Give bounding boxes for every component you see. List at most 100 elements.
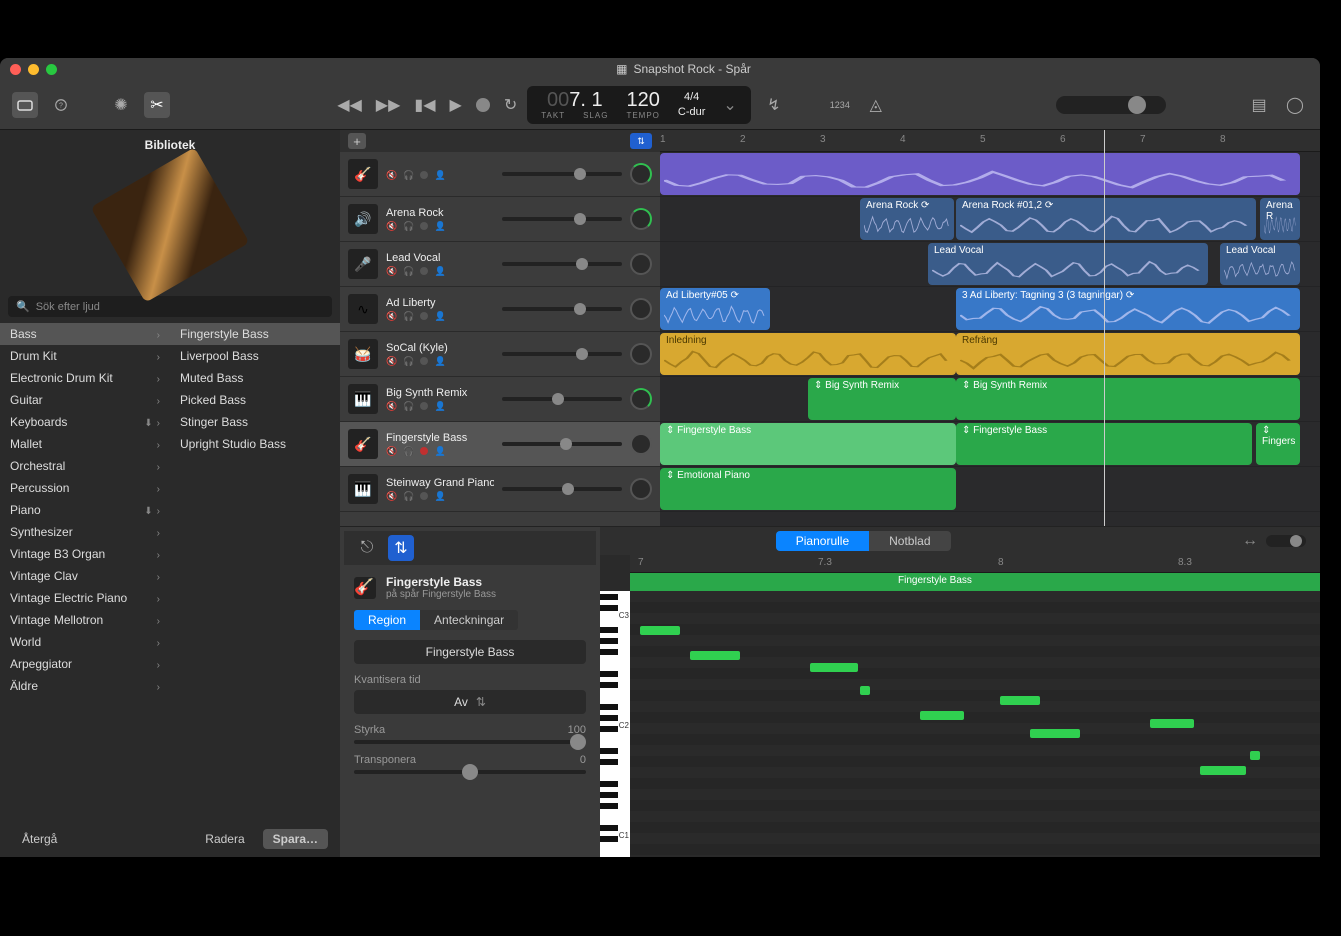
region[interactable]: Ad Liberty#05 ⟳ [660,288,770,330]
rewind-button[interactable]: ◀◀ [337,95,362,115]
region[interactable]: Lead Vocal [928,243,1208,285]
solo-button[interactable]: 🎧 [403,221,414,232]
track-pan-knob[interactable] [630,208,652,230]
midi-note[interactable] [860,686,870,695]
lcd-display[interactable]: 007. 1 TAKTSLAG 120TEMPO 4/4C-dur ⌄ [527,86,751,124]
editors-toggle-button[interactable]: ✂ [144,92,170,118]
library-item[interactable]: Synthesizer› [0,521,170,543]
region[interactable]: Lead Vocal [1220,243,1300,285]
input-monitor-button[interactable]: 👤 [434,401,445,412]
midi-note[interactable] [810,663,858,672]
midi-note[interactable] [640,626,680,635]
record-enable-button[interactable] [420,222,428,230]
editor-link-button[interactable]: ⎋ [354,535,380,561]
midi-note[interactable] [1200,766,1246,775]
library-item[interactable]: Guitar› [0,389,170,411]
stop-button[interactable]: ▮◀ [414,95,435,115]
minimize-window-button[interactable] [28,64,39,75]
record-enable-button[interactable] [420,171,428,179]
quick-help-button[interactable]: ? [48,92,74,118]
bar-ruler[interactable]: 12345678 [660,130,1320,152]
mute-button[interactable]: 🔇 [386,311,397,322]
add-track-button[interactable]: + [348,133,366,149]
library-item[interactable]: Picked Bass [170,389,340,411]
library-item[interactable]: Äldre› [0,675,170,697]
library-item[interactable]: Arpeggiator› [0,653,170,675]
solo-button[interactable]: 🎧 [403,356,414,367]
library-item[interactable]: Stinger Bass [170,411,340,433]
mute-button[interactable]: 🔇 [386,221,397,232]
track-volume-slider[interactable] [502,397,622,401]
record-button[interactable] [476,98,490,112]
close-window-button[interactable] [10,64,21,75]
library-item[interactable]: Mallet› [0,433,170,455]
mute-button[interactable]: 🔇 [386,356,397,367]
track-volume-slider[interactable] [502,172,622,176]
track-volume-slider[interactable] [502,217,622,221]
region[interactable]: ⇕ Big Synth Remix [956,378,1300,420]
solo-button[interactable]: 🎧 [403,491,414,502]
region[interactable]: ⇕ Fingerstyle Bass [660,423,956,465]
library-item[interactable]: Vintage B3 Organ› [0,543,170,565]
library-item[interactable]: Orchestral› [0,455,170,477]
region[interactable]: ⇕ Emotional Piano [660,468,956,510]
track-header[interactable]: 🔊 Arena Rock 🔇 🎧 👤 [340,197,660,242]
region[interactable]: 3 Ad Liberty: Tagning 3 (3 tagningar) ⟳ [956,288,1300,330]
zoom-slider[interactable] [1266,535,1306,547]
track-filter-button[interactable]: ⇅ [630,133,652,149]
track-pan-knob[interactable] [630,163,652,185]
record-enable-button[interactable] [420,447,428,455]
record-enable-button[interactable] [420,312,428,320]
track-pan-knob[interactable] [630,388,652,410]
track-pan-knob[interactable] [630,478,652,500]
smart-controls-button[interactable]: ✺ [108,92,134,118]
tab-notes[interactable]: Anteckningar [420,610,518,630]
mute-button[interactable]: 🔇 [386,266,397,277]
track-header[interactable]: 🎸 Fingerstyle Bass 🔇 🎧 👤 [340,422,660,467]
track-header[interactable]: ∿ Ad Liberty 🔇 🎧 👤 [340,287,660,332]
library-item[interactable]: Vintage Mellotron› [0,609,170,631]
track-header[interactable]: 🎸 🔇 🎧 👤 [340,152,660,197]
record-enable-button[interactable] [420,402,428,410]
editor-filter-button[interactable]: ⇅ [388,535,414,561]
region[interactable]: Arena Rock ⟳ [860,198,954,240]
midi-note[interactable] [1030,729,1080,738]
library-item[interactable]: Fingerstyle Bass [170,323,340,345]
loops-button[interactable]: ◯ [1282,92,1308,118]
library-save-button[interactable]: Spara… [263,829,328,849]
record-enable-button[interactable] [420,492,428,500]
region-name-field[interactable]: Fingerstyle Bass [354,640,586,664]
record-enable-button[interactable] [420,357,428,365]
zoom-window-button[interactable] [46,64,57,75]
library-item[interactable]: Electronic Drum Kit› [0,367,170,389]
library-item[interactable]: World› [0,631,170,653]
library-search-input[interactable]: 🔍 Sök efter ljud [8,296,332,317]
mute-button[interactable]: 🔇 [386,491,397,502]
region[interactable]: Inledning [660,333,956,375]
midi-note[interactable] [690,651,740,660]
input-monitor-button[interactable]: 👤 [434,221,445,232]
track-volume-slider[interactable] [502,262,622,266]
tab-score[interactable]: Notblad [869,531,950,551]
library-item[interactable]: Liverpool Bass [170,345,340,367]
library-item[interactable]: Keyboards⬇› [0,411,170,433]
input-monitor-button[interactable]: 👤 [434,356,445,367]
library-item[interactable]: Upright Studio Bass [170,433,340,455]
strength-slider[interactable] [354,740,586,744]
solo-button[interactable]: 🎧 [403,311,414,322]
midi-note[interactable] [920,711,964,720]
tab-pianoroll[interactable]: Pianorulle [776,531,869,551]
piano-keyboard[interactable]: C3C2C1 [600,591,630,857]
tuner-button[interactable]: ↯ [761,92,787,118]
track-header[interactable]: 🎹 Big Synth Remix 🔇 🎧 👤 [340,377,660,422]
tab-region[interactable]: Region [354,610,420,630]
library-item[interactable]: Muted Bass [170,367,340,389]
track-pan-knob[interactable] [630,433,652,455]
solo-button[interactable]: 🎧 [403,266,414,277]
notepad-button[interactable]: ▤ [1246,92,1272,118]
track-volume-slider[interactable] [502,442,622,446]
region[interactable] [660,153,1300,195]
library-item[interactable]: Percussion› [0,477,170,499]
track-volume-slider[interactable] [502,307,622,311]
piano-roll-grid[interactable] [630,591,1320,857]
